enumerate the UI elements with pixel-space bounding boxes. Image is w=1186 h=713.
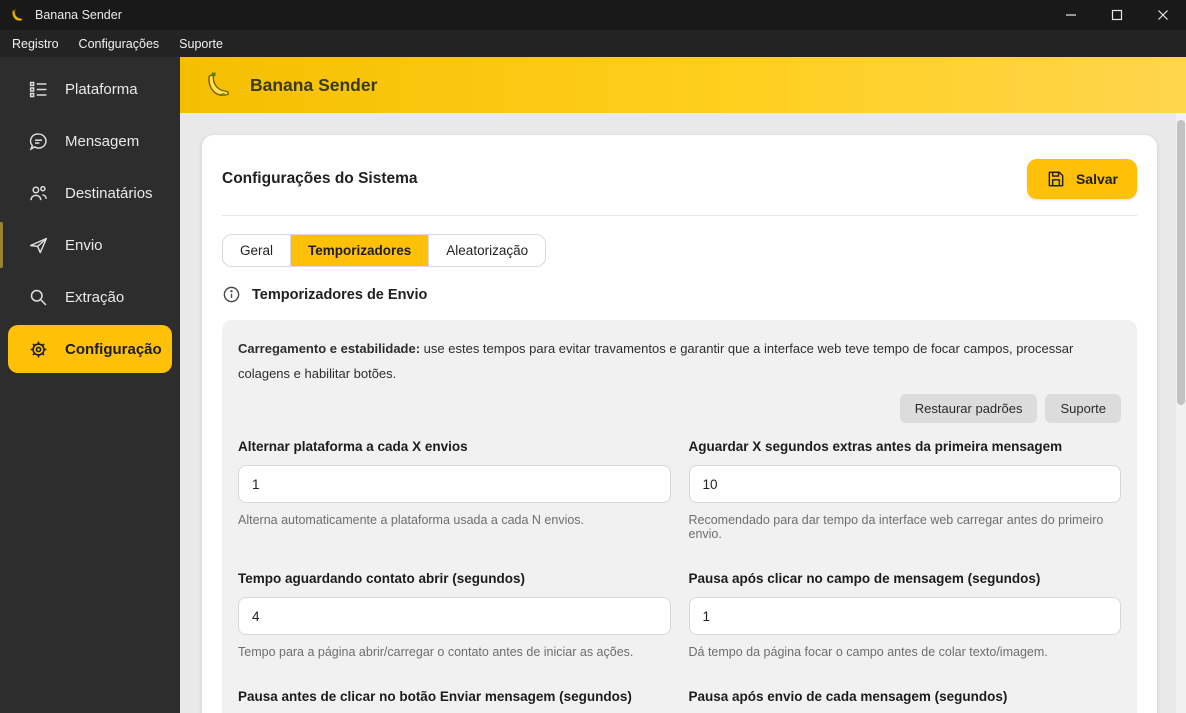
sidebar-item-label: Envio xyxy=(65,236,103,254)
section-title: Temporizadores de Envio xyxy=(252,286,428,303)
window-title: Banana Sender xyxy=(35,8,122,22)
divider xyxy=(222,215,1137,216)
maximize-button[interactable] xyxy=(1094,0,1140,30)
settings-card: Configurações do Sistema Salvar Geral Te… xyxy=(202,135,1157,713)
search-icon xyxy=(30,289,47,305)
field-pausa-apos-envio: Pausa após envio de cada mensagem (segun… xyxy=(689,689,1122,713)
maximize-icon xyxy=(1111,9,1123,21)
support-button[interactable]: Suporte xyxy=(1045,394,1121,423)
field-label: Aguardar X segundos extras antes da prim… xyxy=(688,439,1063,454)
scrollbar-thumb[interactable] xyxy=(1177,120,1185,405)
window-controls xyxy=(1048,0,1186,30)
menu-registro[interactable]: Registro xyxy=(2,32,69,56)
sidebar-item-envio[interactable]: Envio xyxy=(0,219,180,271)
timer-fields: Alternar plataforma a cada X envios Alte… xyxy=(238,439,1121,713)
menu-configuracoes[interactable]: Configurações xyxy=(69,32,170,56)
field-aguardar-extras: Aguardar X segundos extras antes da prim… xyxy=(688,439,1121,541)
content-area: Configurações do Sistema Salvar Geral Te… xyxy=(180,113,1186,713)
field-label: Alternar plataforma a cada X envios xyxy=(238,439,468,454)
field-label: Tempo aguardando contato abrir (segundos… xyxy=(238,571,526,586)
field-label: Pausa após envio de cada mensagem (segun… xyxy=(688,689,1008,704)
settings-tabs: Geral Temporizadores Aleatorização xyxy=(222,234,547,267)
field-pausa-antes-enviar: Pausa antes de clicar no botão Enviar me… xyxy=(238,689,671,713)
tab-geral[interactable]: Geral xyxy=(223,235,292,266)
sidebar-item-plataforma[interactable]: Plataforma xyxy=(0,63,180,115)
close-icon xyxy=(1158,10,1168,20)
field-label: Pausa após clicar no campo de mensagem (… xyxy=(688,571,1041,586)
field-help: Recomendado para dar tempo da interface … xyxy=(688,513,1104,541)
field-pausa-campo-mensagem: Pausa após clicar no campo de mensagem (… xyxy=(688,571,1121,659)
save-button-label: Salvar xyxy=(1075,171,1118,187)
timers-panel: Carregamento e estabilidade: use estes t… xyxy=(222,320,1137,713)
sidebar: Plataforma Mensagem Destinatários Envio … xyxy=(0,57,180,713)
field-alternar-plataforma: Alternar plataforma a cada X envios Alte… xyxy=(238,439,671,541)
active-page-indicator xyxy=(0,222,3,268)
tab-aleatorizacao[interactable]: Aleatorização xyxy=(429,235,546,266)
save-button[interactable]: Salvar xyxy=(1026,159,1137,199)
gear-icon xyxy=(30,341,47,357)
sidebar-item-label: Extração xyxy=(65,288,125,306)
tempo-contato-abrir-input[interactable] xyxy=(238,597,671,635)
minimize-icon xyxy=(1066,14,1076,16)
aguardar-extras-input[interactable] xyxy=(688,465,1121,503)
minimize-button[interactable] xyxy=(1048,0,1094,30)
app-window: Banana Sender Registro Configurações Sup… xyxy=(0,0,1186,713)
info-icon xyxy=(223,286,240,303)
close-button[interactable] xyxy=(1140,0,1186,30)
list-icon xyxy=(29,81,47,97)
field-help: Alterna automaticamente a plataforma usa… xyxy=(238,513,585,527)
message-icon xyxy=(29,132,47,151)
field-tempo-contato-abrir: Tempo aguardando contato abrir (segundos… xyxy=(238,571,671,659)
tab-temporizadores[interactable]: Temporizadores xyxy=(291,235,430,266)
vertical-scrollbar[interactable] xyxy=(1176,113,1186,713)
send-icon xyxy=(29,237,48,253)
field-help: Tempo para a página abrir/carregar o con… xyxy=(238,645,634,659)
people-icon xyxy=(30,185,47,200)
menu-suporte[interactable]: Suporte xyxy=(169,32,233,56)
alternar-plataforma-input[interactable] xyxy=(238,465,671,503)
save-icon xyxy=(1048,171,1064,187)
pausa-campo-mensagem-input[interactable] xyxy=(688,597,1121,635)
page-title: Configurações do Sistema xyxy=(222,170,418,187)
banana-logo-icon xyxy=(208,72,229,96)
app-header: Banana Sender xyxy=(180,57,1186,113)
field-label: Pausa antes de clicar no botão Enviar me… xyxy=(238,689,632,704)
sidebar-item-label: Plataforma xyxy=(65,80,138,98)
menubar: Registro Configurações Suporte xyxy=(0,30,1186,57)
panel-note: Carregamento e estabilidade: use estes t… xyxy=(238,336,1121,386)
sidebar-item-label: Destinatários xyxy=(65,184,153,202)
banana-logo-icon xyxy=(12,8,23,21)
sidebar-item-configuracao[interactable]: Configuração xyxy=(8,325,172,373)
sidebar-item-destinatarios[interactable]: Destinatários xyxy=(0,167,180,219)
sidebar-item-label: Configuração xyxy=(65,340,162,358)
sidebar-item-extracao[interactable]: Extração xyxy=(0,271,180,323)
titlebar: Banana Sender xyxy=(0,0,1186,30)
brand-name: Banana Sender xyxy=(250,74,378,95)
field-help: Dá tempo da página focar o campo antes d… xyxy=(688,645,1048,659)
restore-defaults-button[interactable]: Restaurar padrões xyxy=(899,394,1038,423)
sidebar-item-mensagem[interactable]: Mensagem xyxy=(0,115,180,167)
sidebar-item-label: Mensagem xyxy=(65,132,140,150)
panel-note-lead: Carregamento e estabilidade: xyxy=(238,341,421,356)
